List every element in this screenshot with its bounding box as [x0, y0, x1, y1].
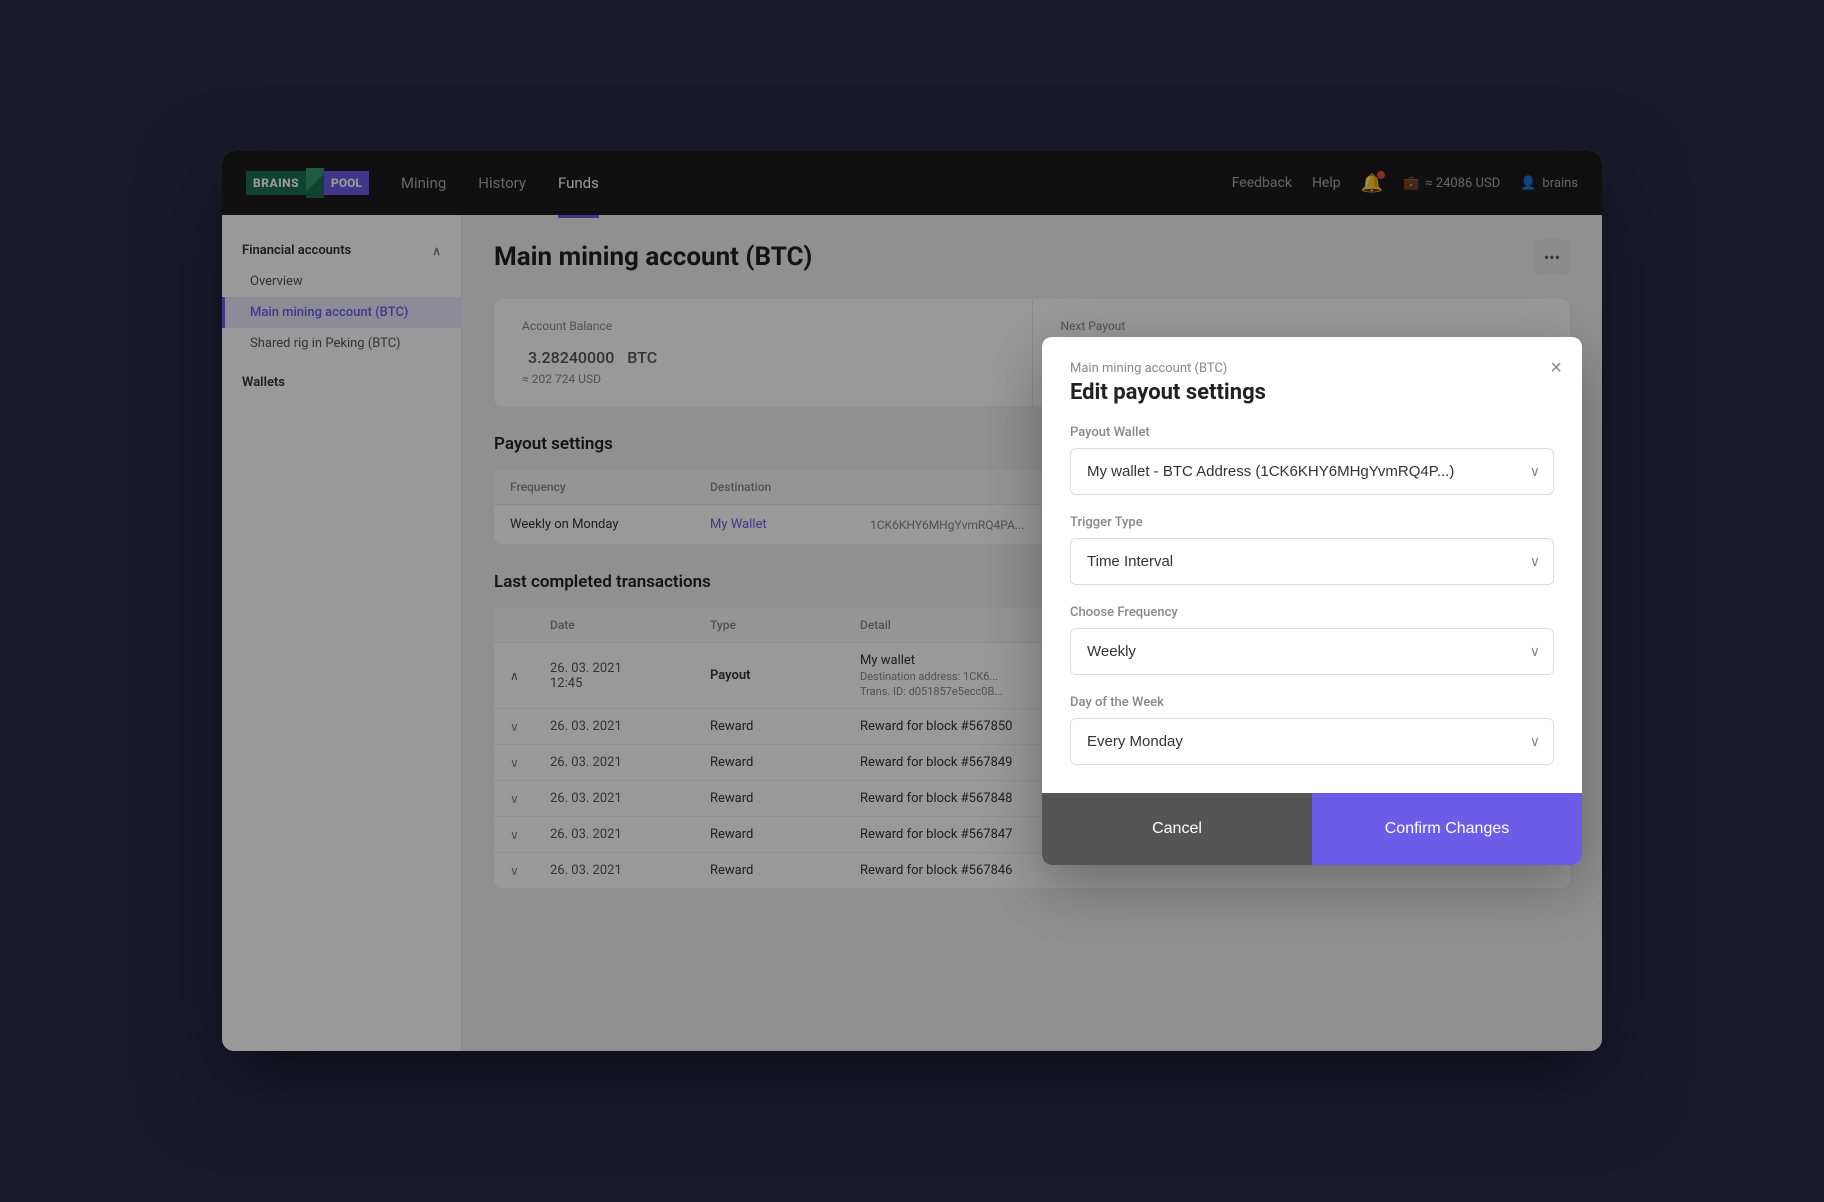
- edit-payout-modal: Main mining account (BTC) Edit payout se…: [1042, 337, 1582, 865]
- frequency-label: Choose Frequency: [1070, 605, 1554, 620]
- modal-header: Main mining account (BTC) Edit payout se…: [1042, 337, 1582, 425]
- trigger-type-group: Trigger Type Time Interval Threshold ∨: [1070, 515, 1554, 585]
- frequency-select[interactable]: Daily Weekly Monthly: [1070, 628, 1554, 675]
- modal-footer: Cancel Confirm Changes: [1042, 793, 1582, 865]
- frequency-group: Choose Frequency Daily Weekly Monthly ∨: [1070, 605, 1554, 675]
- payout-wallet-group: Payout Wallet My wallet - BTC Address (1…: [1070, 425, 1554, 495]
- trigger-type-select-wrapper: Time Interval Threshold ∨: [1070, 538, 1554, 585]
- payout-wallet-label: Payout Wallet: [1070, 425, 1554, 440]
- trigger-type-label: Trigger Type: [1070, 515, 1554, 530]
- modal-overlay[interactable]: Main mining account (BTC) Edit payout se…: [222, 151, 1602, 1051]
- day-of-week-select-wrapper: Every Monday Every Tuesday Every Wednesd…: [1070, 718, 1554, 765]
- modal-title: Edit payout settings: [1070, 380, 1554, 405]
- day-of-week-label: Day of the Week: [1070, 695, 1554, 710]
- trigger-type-select[interactable]: Time Interval Threshold: [1070, 538, 1554, 585]
- modal-body: Payout Wallet My wallet - BTC Address (1…: [1042, 425, 1582, 793]
- confirm-changes-button[interactable]: Confirm Changes: [1312, 793, 1582, 865]
- payout-wallet-select[interactable]: My wallet - BTC Address (1CK6KHY6MHgYvmR…: [1070, 448, 1554, 495]
- modal-subtitle: Main mining account (BTC): [1070, 361, 1554, 376]
- payout-wallet-select-wrapper: My wallet - BTC Address (1CK6KHY6MHgYvmR…: [1070, 448, 1554, 495]
- modal-close-button[interactable]: ×: [1550, 357, 1562, 380]
- day-of-week-group: Day of the Week Every Monday Every Tuesd…: [1070, 695, 1554, 765]
- day-of-week-select[interactable]: Every Monday Every Tuesday Every Wednesd…: [1070, 718, 1554, 765]
- cancel-button[interactable]: Cancel: [1042, 793, 1312, 865]
- frequency-select-wrapper: Daily Weekly Monthly ∨: [1070, 628, 1554, 675]
